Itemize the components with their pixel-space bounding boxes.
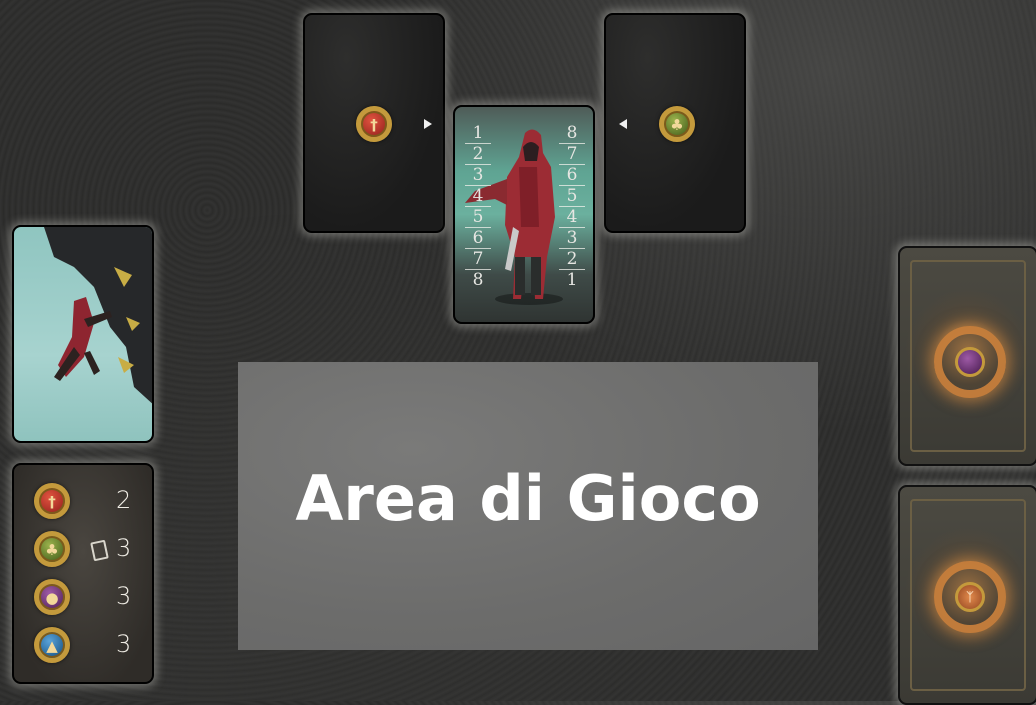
up-arrow-icon: ▲ [34, 627, 70, 663]
resource-value: 3 [116, 630, 132, 658]
resource-value: 3 [116, 582, 132, 610]
track-number: 4 [566, 207, 578, 227]
track-number: 3 [472, 165, 484, 185]
dagger-icon: † [356, 106, 392, 142]
location-card-runes[interactable]: ᛉ [898, 485, 1036, 705]
leaf-icon: ♣ [34, 531, 70, 567]
arrow-right-icon [424, 119, 432, 129]
track-number: 8 [472, 270, 484, 290]
track-number: 4 [472, 186, 484, 206]
track-number: 7 [472, 249, 484, 269]
play-area-title: Area di Gioco [295, 462, 761, 535]
cliff-climber-illustration [44, 227, 152, 404]
arrow-left-icon [619, 119, 627, 129]
track-number: 1 [472, 123, 484, 143]
track-number: 3 [566, 228, 578, 248]
character-card[interactable]: 12345678 87654321 [453, 105, 595, 324]
climber-card[interactable] [12, 225, 154, 443]
track-number: 2 [472, 144, 484, 164]
dagger-icon: † [34, 483, 70, 519]
track-number: 1 [566, 270, 578, 290]
track-number: 7 [566, 144, 578, 164]
location-card-purple[interactable] [898, 246, 1036, 466]
resource-value: 2 [116, 486, 132, 514]
resource-value: 3 [116, 534, 132, 562]
card-outline-icon [90, 539, 109, 562]
track-number: 6 [472, 228, 484, 248]
right-dark-card[interactable]: ♣ [604, 13, 746, 233]
track-number: 2 [566, 249, 578, 269]
track-number: 5 [472, 207, 484, 227]
fist-icon: ● [34, 579, 70, 615]
track-number: 6 [566, 165, 578, 185]
track-number: 8 [566, 123, 578, 143]
resource-panel: † 2 ♣ 3 ● 3 ▲ 3 [12, 463, 154, 684]
leaf-icon: ♣ [659, 106, 695, 142]
fist-icon [955, 347, 985, 377]
left-dark-card[interactable]: † [303, 13, 445, 233]
track-number: 5 [566, 186, 578, 206]
play-area[interactable]: Area di Gioco [238, 362, 818, 650]
rune-icon: ᛉ [955, 582, 985, 612]
